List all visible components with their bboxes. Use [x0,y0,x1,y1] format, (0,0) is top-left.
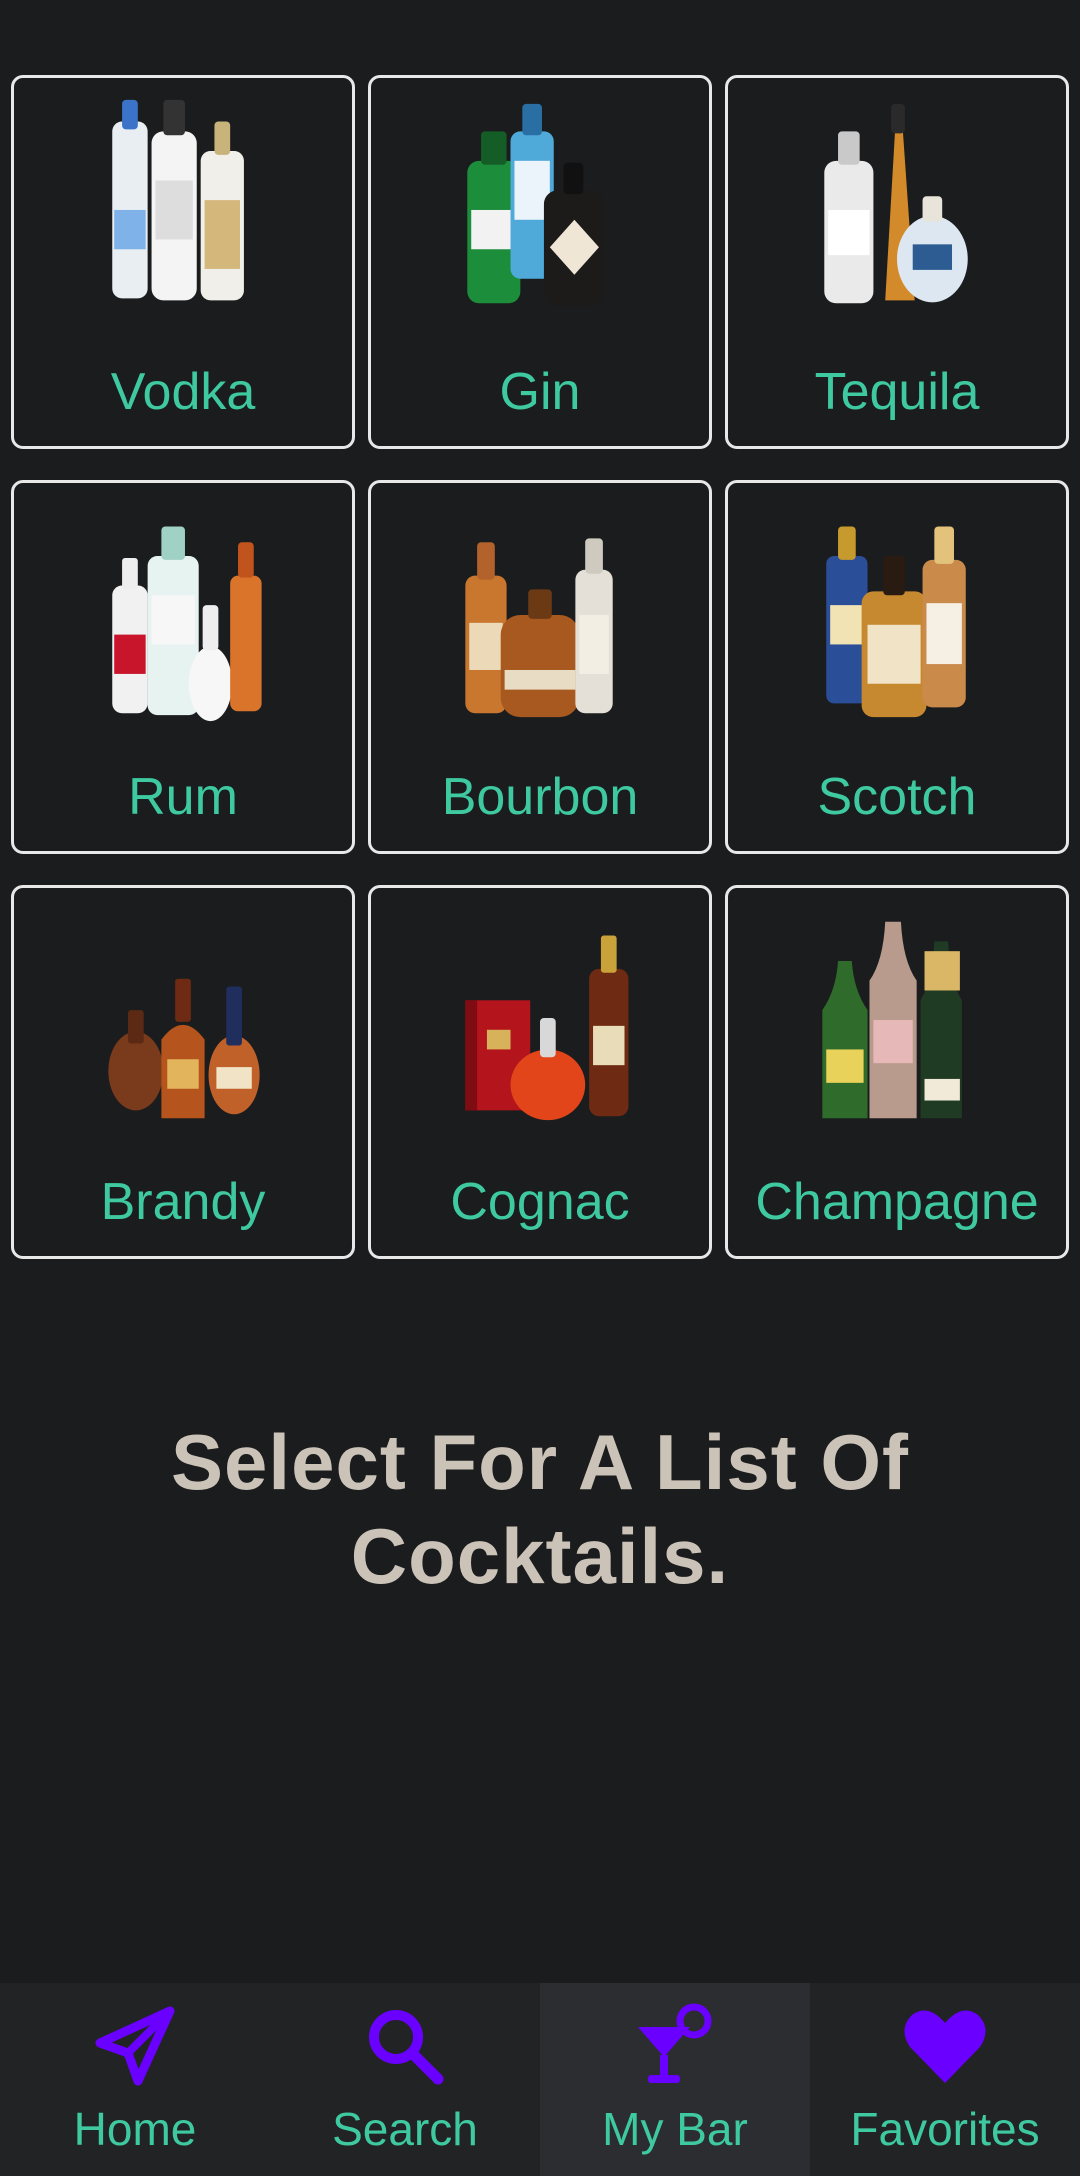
nav-item-home[interactable]: Home [0,1983,270,2176]
spirits-screen: Vodka Gin Tequila Rum Bourbon Scotch Bra… [0,0,1080,2176]
spirit-label: Cognac [450,1173,630,1231]
nav-label: My Bar [602,2103,748,2155]
spirit-label: Gin [499,363,581,421]
paper-plane-icon [90,2001,180,2091]
spirit-label: Rum [128,768,238,826]
scotch-bottles-image [728,495,1066,730]
select-prompt: Select For A List Of Cocktails. [0,1415,1080,1603]
bourbon-bottles-image [371,495,709,730]
cocktail-glass-icon [630,2001,720,2091]
prompt-line-2: Cocktails. [350,1512,730,1600]
cognac-bottles-image [371,900,709,1135]
nav-item-search[interactable]: Search [270,1983,540,2176]
spirit-label: Champagne [755,1173,1039,1231]
spirit-tile-vodka[interactable]: Vodka [11,75,355,449]
spirits-grid: Vodka Gin Tequila Rum Bourbon Scotch Bra… [11,75,1069,1259]
spirit-label: Brandy [100,1173,266,1231]
spirit-label: Tequila [814,363,980,421]
spirit-tile-gin[interactable]: Gin [368,75,712,449]
spirit-tile-bourbon[interactable]: Bourbon [368,480,712,854]
vodka-bottles-image [14,90,352,325]
spirit-tile-cognac[interactable]: Cognac [368,885,712,1259]
nav-label: Search [332,2103,478,2155]
spirit-label: Scotch [817,768,977,826]
bottom-navigation: Home Search My Bar Favorites [0,1983,1080,2176]
gin-bottles-image [371,90,709,325]
nav-item-my-bar[interactable]: My Bar [540,1983,810,2176]
heart-icon [900,2001,990,2091]
spirit-tile-brandy[interactable]: Brandy [11,885,355,1259]
nav-item-favorites[interactable]: Favorites [810,1983,1080,2176]
brandy-bottles-image [14,900,352,1135]
spirit-tile-rum[interactable]: Rum [11,480,355,854]
nav-label: Home [73,2103,197,2155]
spirit-tile-champagne[interactable]: Champagne [725,885,1069,1259]
spirit-label: Bourbon [441,768,639,826]
spirit-tile-scotch[interactable]: Scotch [725,480,1069,854]
rum-bottles-image [14,495,352,730]
search-icon [360,2001,450,2091]
spirit-label: Vodka [110,363,256,421]
tequila-bottles-image [728,90,1066,325]
prompt-line-1: Select For A List Of [171,1418,909,1506]
spirit-tile-tequila[interactable]: Tequila [725,75,1069,449]
nav-label: Favorites [850,2103,1040,2155]
champagne-bottles-image [728,900,1066,1135]
